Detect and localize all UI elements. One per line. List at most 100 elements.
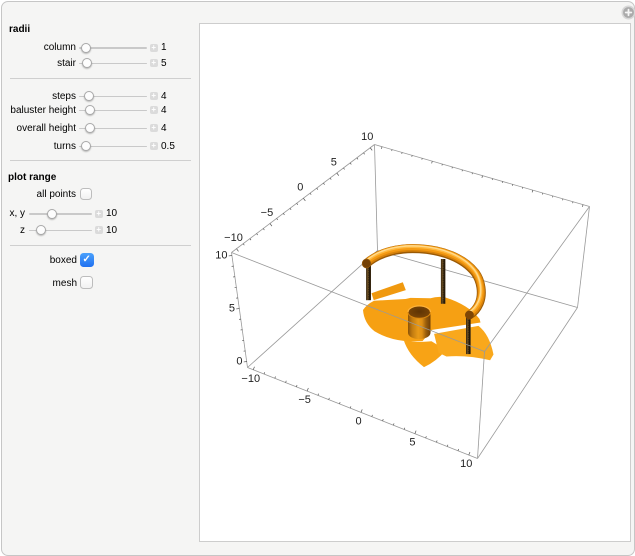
axis-tick-label: 10 <box>460 458 472 470</box>
stepper-expand-button[interactable]: + <box>94 226 103 234</box>
axis-tick <box>263 371 265 374</box>
axis-tick <box>414 430 416 434</box>
slider-label: baluster height <box>10 104 76 116</box>
slider-row-xy-range: x, y + 10 <box>2 208 198 219</box>
slider-label: steps <box>52 90 76 102</box>
axis-tick <box>235 248 239 252</box>
separator <box>10 159 191 161</box>
axis-tick <box>289 207 291 210</box>
axis-tick <box>349 405 351 408</box>
slider-label: column <box>43 42 76 53</box>
axis-tick-label: 5 <box>228 302 234 314</box>
axis-tick-label: 0 <box>297 181 303 193</box>
axis-tick <box>252 366 255 370</box>
slider-label: z <box>20 224 25 236</box>
expand-button[interactable] <box>621 5 635 20</box>
axis-tick <box>295 384 297 387</box>
all-points-checkbox[interactable] <box>79 188 92 200</box>
stepper-expand-button[interactable]: + <box>149 106 158 114</box>
stepper-expand-button[interactable]: + <box>149 92 158 100</box>
slider-row-overall-height: overall height + 4 <box>2 123 198 134</box>
axis-tick-label: 5 <box>330 156 336 168</box>
axis-tick <box>342 167 345 170</box>
axis-tick <box>424 435 427 438</box>
axis-tick <box>435 439 437 442</box>
staircase-3d-plot[interactable]: −10 −5 0 5 10 0 5 10 −10 −5 0 5 10 <box>200 24 630 542</box>
checkbox-label: mesh <box>52 277 77 289</box>
axis-tick <box>269 222 272 226</box>
axis-tick <box>392 422 394 425</box>
slider-thumb[interactable] <box>85 105 95 115</box>
slider-thumb[interactable] <box>83 91 94 101</box>
axis-tick <box>457 448 459 451</box>
stepper-expand-button[interactable]: + <box>149 124 158 132</box>
axis-tick <box>329 177 332 180</box>
slider-thumb[interactable] <box>80 42 91 53</box>
plus-circle-icon <box>621 5 635 20</box>
axis-tick <box>295 202 298 205</box>
mesh-checkbox[interactable] <box>80 275 93 289</box>
slider-row-z-range: z + 10 <box>2 225 198 236</box>
stepper-expand-button[interactable]: + <box>149 142 158 150</box>
plot-panel: −10 −5 0 5 10 0 5 10 −10 −5 0 5 10 <box>198 22 631 542</box>
axis-tick <box>369 147 372 151</box>
slider-thumb[interactable] <box>81 58 92 68</box>
slider-value: 10 <box>106 224 118 236</box>
axis-tick <box>403 427 405 430</box>
axis-tick-label: −10 <box>241 372 260 384</box>
axis-tick <box>255 232 258 235</box>
separator <box>10 78 191 79</box>
stepper-expand-button[interactable]: + <box>149 59 158 67</box>
axis-tick <box>581 204 583 207</box>
checkbox-label: boxed <box>49 255 77 266</box>
axis-tick <box>306 387 309 391</box>
slider-row-baluster-height: baluster height + 4 <box>2 105 198 116</box>
axis-tick-label: 0 <box>355 415 361 427</box>
axis-tick <box>349 162 352 165</box>
slider-label: stair <box>57 57 76 69</box>
axis-tick-label: −10 <box>224 232 243 244</box>
control-panel: radii column + 1 stair + 5 steps + 4 bal… <box>2 2 198 555</box>
axis-tick <box>370 414 373 417</box>
stepper-expand-button[interactable]: + <box>94 209 103 218</box>
axis-tick <box>317 392 319 395</box>
axis-tick <box>327 397 330 400</box>
slider-value: 1 <box>161 42 167 53</box>
checkbox-label: all points <box>36 189 76 200</box>
slider-thumb[interactable] <box>47 208 57 219</box>
spiral-staircase <box>361 243 493 367</box>
slider-thumb[interactable] <box>35 225 46 235</box>
slider-thumb[interactable] <box>81 141 91 151</box>
stair-step-top <box>371 281 406 300</box>
stepper-expand-button[interactable]: + <box>149 43 158 52</box>
checkbox-row-all-points: all points <box>2 188 198 200</box>
axis-tick <box>356 157 358 160</box>
slider-thumb[interactable] <box>85 123 95 133</box>
axis-tick <box>336 172 339 176</box>
axis-tick-label: 10 <box>361 131 373 143</box>
slider-label: x, y <box>9 208 25 219</box>
plot-range-header: plot range <box>8 171 57 183</box>
slider-value: 4 <box>161 104 167 116</box>
slider-label: overall height <box>16 122 76 134</box>
axis-tick <box>242 242 245 245</box>
slider-track[interactable] <box>29 213 92 215</box>
axis-tick <box>531 189 533 192</box>
axis-tick <box>446 444 448 447</box>
axis-tick <box>362 152 365 155</box>
boxed-checkbox[interactable]: ✓ <box>80 253 94 267</box>
axis-tick-label: −5 <box>298 394 311 406</box>
slider-label: turns <box>53 140 76 152</box>
axis-tick <box>262 227 265 230</box>
axis-tick-label: 0 <box>236 355 242 367</box>
slider-value: 4 <box>161 122 167 134</box>
checkbox-row-mesh: mesh <box>2 275 198 289</box>
slider-value: 5 <box>161 57 167 69</box>
axis-tick <box>249 237 251 240</box>
axis-tick <box>282 212 285 215</box>
axis-tick <box>322 182 325 185</box>
slider-row-column: column + 1 <box>2 42 198 53</box>
slider-row-stair: stair + 5 <box>2 58 198 69</box>
axis-tick <box>284 380 287 383</box>
handrail-left-endcap <box>361 258 371 268</box>
